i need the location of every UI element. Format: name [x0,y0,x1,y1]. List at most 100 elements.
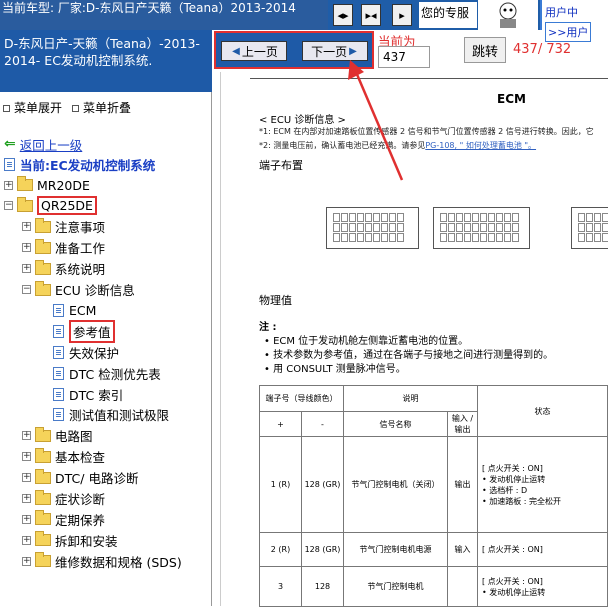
sidebar-item-label: DTC 索引 [69,387,124,403]
expand-icon[interactable]: + [4,180,13,190]
sidebar-item-12[interactable]: + 电路图 [22,426,93,446]
notes-title: 注 : [259,322,277,333]
cell-signal: 节气门控制电机（关闭） [343,436,448,533]
th-state: 状态 [477,385,608,437]
sidebar-item-label: ECM [69,302,97,318]
connector-pin [381,233,388,242]
expand-icon[interactable]: + [22,222,31,232]
sidebar-item-label: DTC 检测优先表 [69,366,161,382]
expand-icon[interactable]: + [22,452,31,462]
doc-section-head: < ECU 诊断信息 > [259,115,346,126]
jump-button[interactable]: 跳转 [464,37,506,63]
page-icon [53,303,64,317]
connector-diagram-1 [326,207,419,249]
expand-icon[interactable]: + [22,556,31,566]
sidebar-item-6[interactable]: ECM [40,300,96,320]
connector-pin [586,223,593,232]
connector-pin [504,213,511,222]
page-number-input[interactable]: 437 [378,46,430,68]
sidebar-item-13[interactable]: + 基本检查 [22,447,105,467]
folder-icon [35,552,51,568]
back-arrow-icon: ⇐ [4,136,16,152]
folder-icon [35,531,51,547]
connector-pin [578,233,585,242]
current-vehicle-title: 当前车型: 厂家:D-东风日产天籁（Teana）2013-2014 [0,0,328,30]
expand-icon[interactable]: + [22,535,31,545]
sidebar-item-label: QR25DE [37,196,97,216]
connector-pin [586,233,593,242]
sidebar-item-5[interactable]: − ECU 诊断信息 [22,280,135,300]
sidebar-item-3[interactable]: + 准备工作 [22,238,105,258]
sidebar-item-9[interactable]: DTC 检测优先表 [40,363,161,383]
nav-right-icon: ▸ [399,8,405,22]
sidebar-item-18[interactable]: + 维修数据和规格 (SDS) [22,551,182,571]
cell-signal: 节气门控制电机 [343,566,448,607]
connector-pin [365,233,372,242]
connector-pin [496,223,503,232]
folder-icon [17,176,33,191]
connector-pin [602,233,608,242]
recommend-text: 您的专服 [419,2,477,28]
sidebar-item-17[interactable]: + 拆卸和安装 [22,530,118,550]
sidebar-title: D-东风日产-天籁（Teana）-2013-2014- EC发动机控制系统. [0,30,212,92]
menu-expand-button[interactable]: 菜单展开 [3,99,62,116]
connector-pin [341,233,348,242]
connector-pin [389,223,396,232]
sidebar-item-label: 定期保养 [55,512,106,528]
next-page-button[interactable]: 下一页 ▶ [302,41,368,61]
folder-icon [35,510,51,526]
connector-pin [448,213,455,222]
sidebar-item-14[interactable]: + DTC/ 电路诊断 [22,468,138,488]
connector-pin [448,223,455,232]
next-chapter-button[interactable]: ▸ [392,4,412,26]
expand-icon[interactable]: + [22,264,31,274]
sidebar-item-label: ECU 诊断信息 [55,283,135,298]
connector-pin [488,233,495,242]
connector-pin [456,213,463,222]
connector-pin [397,213,404,222]
expand-icon[interactable]: + [22,494,31,503]
connector-pin [504,233,511,242]
expand-icon[interactable]: + [22,431,31,441]
sidebar-item-11[interactable]: 测试值和测试极限 [40,405,169,425]
sidebar-item-2[interactable]: + 注意事项 [22,217,105,237]
sidebar-item-7[interactable]: 参考值 [40,319,115,343]
table-row: 3 128 节气门控制电机 [ 点火开关 : ON] • 发动机停止运转 [259,566,608,607]
sidebar-item-1[interactable]: − QR25DE [4,196,97,216]
connector-pin [456,233,463,242]
back-link[interactable]: ⇐ 返回上一级 [4,134,82,154]
cell-minus: 128 (GR) [301,532,344,567]
expand-icon[interactable]: + [22,514,31,524]
connector-pin [464,213,471,222]
double-chapter-button[interactable]: ▸◂ [361,4,381,26]
prev-page-button[interactable]: ◀ 上一页 [221,41,287,61]
menu-collapse-button[interactable]: 菜单折叠 [72,99,131,116]
connector-pin [357,213,364,222]
sidebar: D-东风日产-天籁（Teana）-2013-2014- EC发动机控制系统. 菜… [0,30,212,606]
connector-pin [512,233,519,242]
cell-state: [ 点火开关 : ON] [477,532,608,567]
cell-minus: 128 (GR) [301,436,344,533]
expand-icon[interactable]: + [22,243,31,253]
connector-pin [373,233,380,242]
sidebar-item-0[interactable]: + MR20DE [4,175,90,195]
connector-pin [504,223,511,232]
collapse-icon[interactable]: − [22,285,31,294]
doc-note-link[interactable]: PG-108, " 如何处理蓄电池 "。 [425,141,536,150]
connector-diagram-2 [433,207,530,249]
sidebar-item-label: MR20DE [37,177,90,193]
user-center[interactable]: 用户中 >>用户 [540,0,608,42]
sidebar-item-16[interactable]: + 定期保养 [22,509,105,529]
sidebar-item-10[interactable]: DTC 索引 [40,384,123,404]
sidebar-item-label: 失效保护 [69,345,120,361]
connector-pin [440,213,447,222]
connector-pin [496,213,503,222]
collapse-icon[interactable]: − [4,201,13,211]
system-icon [4,157,15,171]
sidebar-item-8[interactable]: 失效保护 [40,342,119,362]
sidebar-item-4[interactable]: + 系统说明 [22,259,105,279]
expand-icon[interactable]: + [22,473,31,483]
prev-chapter-button[interactable]: ◂▸ [333,4,353,26]
sidebar-item-15[interactable]: + 症状诊断 [22,489,105,509]
user-center-link[interactable]: >>用户 [545,22,592,42]
